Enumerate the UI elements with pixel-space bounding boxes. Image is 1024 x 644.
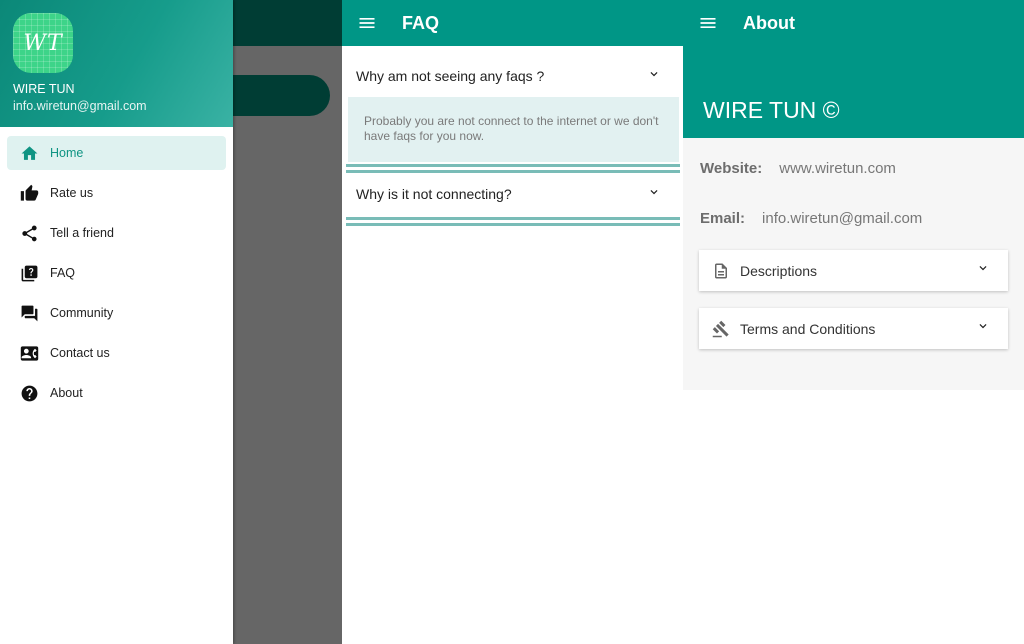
email-row: Email: info.wiretun@gmail.com [700, 204, 1008, 232]
terms-label: Terms and Conditions [740, 320, 876, 337]
drawer-item-tell-a-friend[interactable]: Tell a friend [7, 216, 226, 250]
descriptions-expander[interactable]: Descriptions [699, 250, 1008, 291]
drawer-item-label: About [50, 386, 83, 400]
drawer-item-label: Tell a friend [50, 226, 114, 240]
chevron-down-icon[interactable] [976, 319, 990, 338]
home-icon [19, 143, 39, 163]
about-screen: About WIRE TUN © Website: www.wiretun.co… [683, 0, 1024, 644]
website-value[interactable]: www.wiretun.com [779, 160, 896, 177]
drawer-item-faq[interactable]: FAQ [7, 256, 226, 290]
faq-divider [346, 217, 680, 226]
drawer-app-name: WIRE TUN [13, 82, 75, 96]
drawer-item-label: FAQ [50, 266, 76, 280]
app-logo: WT [13, 13, 73, 73]
forum-icon [19, 303, 39, 323]
document-icon [711, 261, 731, 281]
dimmed-app-bar [233, 0, 342, 46]
drawer-menu: Home Rate us Tell a friend FAQ Community… [0, 127, 233, 410]
website-row: Website: www.wiretun.com [700, 154, 1008, 182]
chevron-down-icon[interactable] [976, 261, 990, 280]
drawer-screen: WT WIRE TUN info.wiretun@gmail.com Home … [0, 0, 342, 644]
brand-title: WIRE TUN © [703, 97, 840, 123]
faq-question-2[interactable]: Why is it not connecting? [342, 173, 683, 215]
drawer-item-home[interactable]: Home [7, 136, 226, 170]
faq-app-bar: FAQ [342, 0, 683, 46]
about-content: Website: www.wiretun.com Email: info.wir… [683, 138, 1024, 390]
website-label: Website: [700, 159, 763, 177]
faq-answer-1: Probably you are not connect to the inte… [348, 97, 679, 162]
drawer-item-community[interactable]: Community [7, 296, 226, 330]
page-title: About [743, 12, 795, 33]
drawer-item-label: Home [50, 146, 84, 160]
email-value[interactable]: info.wiretun@gmail.com [762, 210, 922, 227]
terms-expander[interactable]: Terms and Conditions [699, 308, 1008, 349]
drawer-email: info.wiretun@gmail.com [13, 99, 147, 113]
contact-card-icon [19, 343, 39, 363]
faq-question-text: Why am not seeing any faqs ? [356, 68, 545, 84]
faq-icon [19, 263, 39, 283]
faq-divider [346, 164, 680, 173]
drawer-item-rate-us[interactable]: Rate us [7, 176, 226, 210]
chevron-down-icon[interactable] [647, 67, 661, 86]
page-title: FAQ [402, 12, 440, 33]
app-logo-text: WT [23, 30, 63, 56]
about-app-bar: About [683, 0, 1024, 46]
drawer-item-label: Community [50, 306, 114, 320]
drawer-header: WT WIRE TUN info.wiretun@gmail.com [0, 0, 233, 127]
faq-question-text: Why is it not connecting? [356, 186, 512, 202]
faq-screen: FAQ Why am not seeing any faqs ? Probabl… [342, 0, 683, 644]
screenshot-collage: WT WIRE TUN info.wiretun@gmail.com Home … [0, 0, 1024, 644]
drawer-item-label: Contact us [50, 346, 110, 360]
about-header: About WIRE TUN © [683, 0, 1024, 138]
chevron-down-icon[interactable] [647, 185, 661, 204]
gavel-icon [711, 319, 731, 339]
email-label: Email: [700, 209, 746, 227]
drawer-item-contact-us[interactable]: Contact us [7, 336, 226, 370]
share-icon [19, 223, 39, 243]
drawer-scrim[interactable] [233, 46, 342, 644]
navigation-drawer: WT WIRE TUN info.wiretun@gmail.com Home … [0, 0, 233, 644]
drawer-item-label: Rate us [50, 186, 94, 200]
drawer-item-about[interactable]: About [7, 376, 226, 410]
menu-icon[interactable] [357, 13, 377, 33]
descriptions-label: Descriptions [740, 262, 818, 279]
menu-icon[interactable] [698, 13, 718, 33]
help-circle-icon [19, 383, 39, 403]
thumb-up-icon [19, 183, 39, 203]
